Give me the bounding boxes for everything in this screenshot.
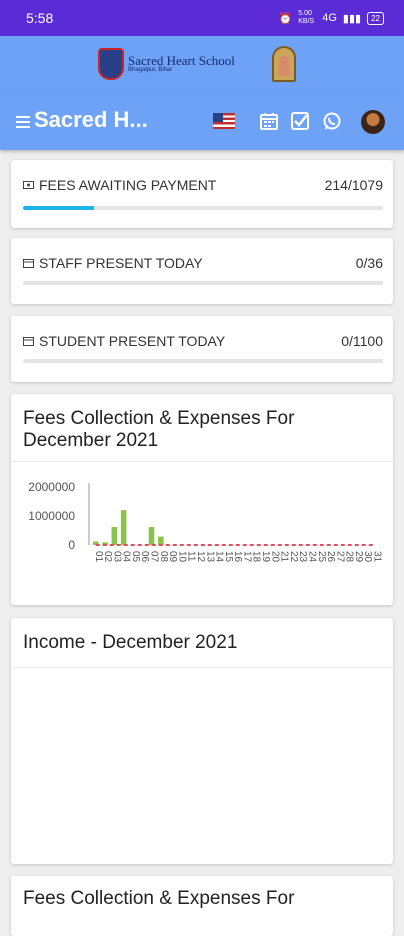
- stat-label-group: FEES AWAITING PAYMENT: [23, 177, 216, 193]
- stat-header: STAFF PRESENT TODAY 0/36: [23, 255, 383, 271]
- avatar[interactable]: [361, 110, 385, 134]
- calendar-icon: [23, 259, 34, 268]
- saint-emblem-icon: [272, 46, 296, 82]
- progress-bar: [23, 206, 383, 210]
- calendar-icon[interactable]: [259, 111, 279, 131]
- school-logo: Sacred Heart School Bhagalpur, Bihar: [98, 48, 235, 80]
- student-present-card[interactable]: STUDENT PRESENT TODAY 0/1100: [11, 316, 393, 382]
- stat-label: FEES AWAITING PAYMENT: [39, 177, 217, 193]
- stat-label-group: STAFF PRESENT TODAY: [23, 255, 203, 271]
- fees-chart: 2000000100000000102030405060708091011121…: [28, 480, 382, 563]
- chart-title: Fees Collection & Expenses For December …: [23, 408, 295, 451]
- stat-label-group: STUDENT PRESENT TODAY: [23, 333, 225, 349]
- school-name-block: Sacred Heart School Bhagalpur, Bihar: [128, 53, 235, 73]
- next-chart-card: Fees Collection & Expenses For: [11, 876, 393, 936]
- fees-awaiting-card[interactable]: FEES AWAITING PAYMENT 214/1079: [11, 160, 393, 228]
- progress-bar: [23, 281, 383, 285]
- fees-chart-card: Fees Collection & Expenses For December …: [11, 394, 393, 605]
- y-tick-label: 1000000: [28, 509, 75, 523]
- logo-bar: Sacred Heart School Bhagalpur, Bihar: [0, 36, 404, 94]
- status-bar: 5:58 ⏰ 5.00 KB/S 4G ▮▮▮ 22: [0, 0, 404, 36]
- y-tick-label: 0: [68, 538, 75, 552]
- stat-label: STUDENT PRESENT TODAY: [39, 333, 226, 349]
- battery-icon: 22: [367, 11, 384, 25]
- stat-value: 0/36: [355, 255, 383, 271]
- income-bar: [148, 527, 155, 545]
- divider: [11, 461, 393, 462]
- stat-label: STAFF PRESENT TODAY: [39, 255, 203, 271]
- network-speed: 5.00 KB/S: [298, 10, 315, 25]
- school-crest-icon: [98, 48, 124, 80]
- divider: [11, 667, 393, 668]
- income-bar: [158, 536, 164, 545]
- x-tick-label: 31: [371, 551, 382, 563]
- calendar-icon: [23, 337, 34, 346]
- progress-bar: [23, 359, 383, 363]
- status-icons: ⏰ 5.00 KB/S 4G ▮▮▮ 22: [279, 10, 384, 26]
- whatsapp-icon[interactable]: [322, 111, 342, 131]
- status-time: 5:58: [26, 10, 54, 26]
- income-title: Income - December 2021: [23, 632, 238, 653]
- money-icon: [23, 181, 34, 189]
- income-bar: [120, 510, 127, 545]
- progress-fill: [23, 206, 95, 210]
- next-chart-title: Fees Collection & Expenses For: [23, 888, 295, 909]
- app-toolbar: Sacred H...: [0, 94, 404, 150]
- school-name: Sacred Heart School: [128, 53, 235, 68]
- stat-header: STUDENT PRESENT TODAY 0/1100: [23, 333, 383, 349]
- staff-present-card[interactable]: STAFF PRESENT TODAY 0/36: [11, 238, 393, 304]
- stat-header: FEES AWAITING PAYMENT 214/1079: [23, 177, 383, 193]
- app-title: Sacred H...: [34, 107, 148, 132]
- signal-label: 4G: [322, 12, 337, 24]
- stat-value: 214/1079: [324, 177, 383, 193]
- menu-icon[interactable]: [16, 116, 30, 128]
- y-tick-label: 2000000: [28, 480, 75, 494]
- income-bar: [111, 527, 118, 545]
- us-flag-icon[interactable]: [213, 113, 235, 129]
- alarm-icon: ⏰: [278, 12, 293, 25]
- stat-value: 0/1100: [341, 333, 383, 349]
- checkbox-icon[interactable]: [290, 111, 310, 131]
- income-card: Income - December 2021: [11, 618, 393, 864]
- signal-icon: ▮▮▮: [342, 12, 362, 25]
